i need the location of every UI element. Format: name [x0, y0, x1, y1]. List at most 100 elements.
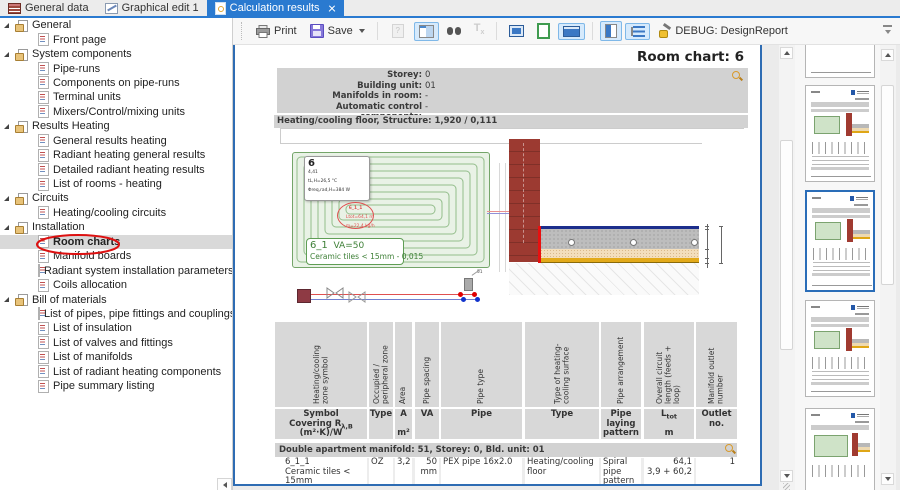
- tree-item-components-on-pipe-runs[interactable]: Components on pipe-runs: [0, 76, 232, 90]
- tree-group-system-components[interactable]: System components: [0, 47, 232, 61]
- section-insulation-layer: [540, 249, 699, 258]
- page-thumbnail[interactable]: [805, 85, 875, 182]
- page-title: Room chart: 6: [637, 49, 744, 65]
- tree-item-general-results-heating[interactable]: General results heating: [0, 134, 232, 148]
- app-window: General data Graphical edit 1 Calculatio…: [0, 0, 900, 490]
- debug-icon: [658, 25, 671, 37]
- expand-arrow-icon[interactable]: [4, 23, 9, 28]
- tree-group-general[interactable]: General: [0, 18, 232, 32]
- whole-page-icon: [537, 23, 550, 39]
- tree-item-mixers[interactable]: Mixers/Control/mixing units: [0, 105, 232, 119]
- debug-button[interactable]: DEBUG: DesignReport: [653, 22, 793, 40]
- graphical-edit-icon: [105, 3, 118, 14]
- tree-item-list-of-rooms-heating[interactable]: List of rooms - heating: [0, 177, 232, 191]
- tree-group-results-heating[interactable]: Results Heating: [0, 119, 232, 133]
- table-rotated-header: Occupied / peripheral zone: [369, 322, 393, 407]
- save-button[interactable]: Save: [305, 21, 370, 41]
- text-size-button[interactable]: Tx: [469, 19, 490, 42]
- toolbar-overflow-icon[interactable]: [882, 24, 894, 36]
- report-page-icon: [38, 91, 49, 104]
- scroll-up-button[interactable]: [780, 47, 793, 59]
- tree-item-terminal-units[interactable]: Terminal units: [0, 90, 232, 104]
- tab-graphical-edit[interactable]: Graphical edit 1: [97, 0, 207, 16]
- thumbnails-scrollbar[interactable]: [880, 45, 896, 490]
- arrow-up-icon: [784, 51, 790, 55]
- tree-item-pipe-runs[interactable]: Pipe-runs: [0, 61, 232, 75]
- section-pipe-icon: [691, 239, 698, 246]
- tree-group-bill-of-materials[interactable]: Bill of materials: [0, 292, 232, 306]
- tree-item-pipe-summary-listing[interactable]: Pipe summary listing: [0, 379, 232, 393]
- expand-arrow-icon[interactable]: [4, 297, 9, 302]
- section-pipe-icon: [568, 239, 575, 246]
- report-page-icon: [38, 336, 49, 349]
- print-button[interactable]: Print: [251, 22, 302, 41]
- section-screed-layer: [540, 229, 699, 249]
- outline-pane-button[interactable]: [625, 23, 650, 40]
- table-rotated-header: Manifold outlet number: [696, 322, 737, 407]
- tree-item-heating-cooling-circuits[interactable]: Heating/cooling circuits: [0, 206, 232, 220]
- expand-arrow-icon[interactable]: [4, 225, 9, 230]
- fit-width-button[interactable]: [558, 23, 585, 40]
- circuit-bubble: 6_1_1 Ltot=64,1 m m=22,4 kg/h: [337, 202, 374, 229]
- whole-page-button[interactable]: [532, 20, 555, 42]
- tree-item-coils-allocation[interactable]: Coils allocation: [0, 278, 232, 292]
- save-dropdown-icon[interactable]: [359, 29, 365, 33]
- tree-item-list-of-valves-and-fittings[interactable]: List of valves and fittings: [0, 336, 232, 350]
- thumbnails-pane-button[interactable]: [600, 21, 622, 41]
- tree-item-front-page[interactable]: Front page: [0, 32, 232, 46]
- expand-arrow-icon[interactable]: [4, 52, 9, 57]
- table-cell: 50 mm: [415, 458, 439, 486]
- report-page-icon: [38, 105, 49, 118]
- close-tab-icon[interactable]: [328, 4, 336, 12]
- document-scrollbar[interactable]: [779, 45, 795, 490]
- report-page-icon: [38, 235, 49, 248]
- scrollbar-thumb[interactable]: [881, 85, 894, 285]
- save-icon: [310, 24, 324, 38]
- zoom-link-icon[interactable]: [724, 443, 736, 455]
- tree-group-circuits[interactable]: Circuits: [0, 191, 232, 205]
- report-page-icon: [38, 365, 49, 378]
- scroll-down-button[interactable]: [780, 470, 793, 482]
- arrow-down-icon: [885, 477, 891, 481]
- tree-item-radiant-system-installation-parameters[interactable]: Radiant system installation parameters: [0, 263, 232, 277]
- logo-mark: [851, 305, 869, 310]
- tree-item-list-of-insulation[interactable]: List of insulation: [0, 321, 232, 335]
- report-page-icon: [38, 76, 49, 89]
- tree-item-radiant-heating-general-results[interactable]: Radiant heating general results: [0, 148, 232, 162]
- tab-calculation-results[interactable]: Calculation results: [207, 0, 344, 16]
- toolbar-separator: [592, 22, 593, 40]
- tree-item-list-of-pipes[interactable]: List of pipes, pipe fittings and couplin…: [0, 307, 232, 321]
- tree-item-detailed-radiant-heating-results[interactable]: Detailed radiant heating results: [0, 162, 232, 176]
- tree-item-room-charts[interactable]: Room charts: [0, 235, 232, 249]
- return-connector-line: [487, 213, 509, 214]
- tree-item-list-of-manifolds[interactable]: List of manifolds: [0, 350, 232, 364]
- scroll-down-button[interactable]: [881, 473, 894, 485]
- page-thumbnail[interactable]: [805, 408, 875, 490]
- report-group-icon: [15, 49, 28, 60]
- tab-general-data[interactable]: General data: [0, 0, 97, 16]
- page-thumbnail[interactable]: [805, 300, 875, 397]
- page-thumbnails-panel: [795, 45, 880, 490]
- zoom-link-icon[interactable]: [731, 70, 743, 82]
- report-page-icon: [38, 264, 40, 277]
- tree-item-list-of-radiant-heating-components[interactable]: List of radiant heating components: [0, 365, 232, 379]
- return-connection-dot: [461, 297, 466, 302]
- split-view-button[interactable]: [414, 22, 439, 41]
- table-cell: Spiral pipe pattern: [601, 458, 641, 486]
- arrow-up-icon: [885, 53, 891, 57]
- logo-mark: [851, 90, 869, 95]
- structure-bar: Heating/cooling floor, Structure: 1,920 …: [274, 115, 748, 128]
- tree-item-manifold-boards[interactable]: Manifold boards: [0, 249, 232, 263]
- expand-arrow-icon[interactable]: [4, 196, 9, 201]
- page-thumbnail-current[interactable]: [805, 190, 875, 292]
- clipboard-help-button[interactable]: ?: [385, 21, 411, 41]
- expand-arrow-icon[interactable]: [4, 124, 9, 129]
- scrollbar-thumb[interactable]: [780, 140, 793, 350]
- find-button[interactable]: [442, 22, 466, 40]
- scroll-up-button[interactable]: [881, 49, 894, 61]
- tree-scroll-left-button[interactable]: [217, 478, 232, 490]
- tree-group-installation[interactable]: Installation: [0, 220, 232, 234]
- clipboard-help-icon: ?: [392, 24, 404, 38]
- page-width-button[interactable]: [504, 22, 529, 40]
- page-thumbnail[interactable]: [805, 45, 875, 78]
